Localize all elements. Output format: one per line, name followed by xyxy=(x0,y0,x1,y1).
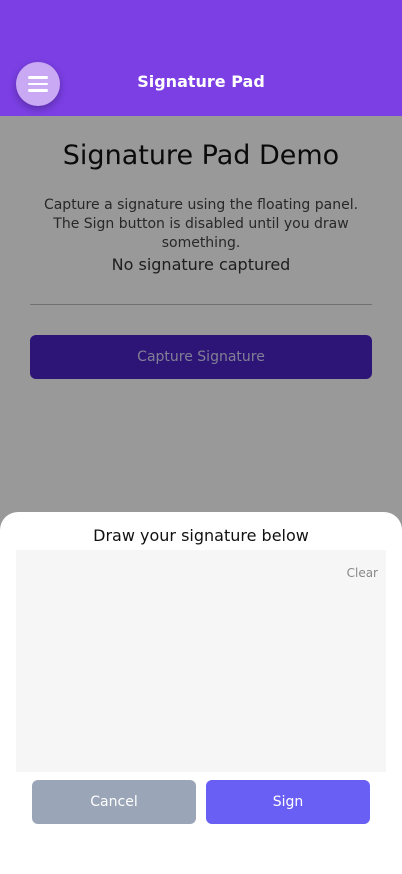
signature-pad[interactable]: Clear xyxy=(16,550,386,772)
sign-button[interactable]: Sign xyxy=(206,780,370,824)
clear-button[interactable]: Clear xyxy=(347,566,378,580)
sheet-title: Draw your signature below xyxy=(93,526,309,545)
header-title: Signature Pad xyxy=(137,72,265,91)
cancel-button[interactable]: Cancel xyxy=(32,780,196,824)
signature-sheet: Draw your signature below Clear Cancel S… xyxy=(0,512,402,874)
app-header: Signature Pad xyxy=(0,0,402,116)
